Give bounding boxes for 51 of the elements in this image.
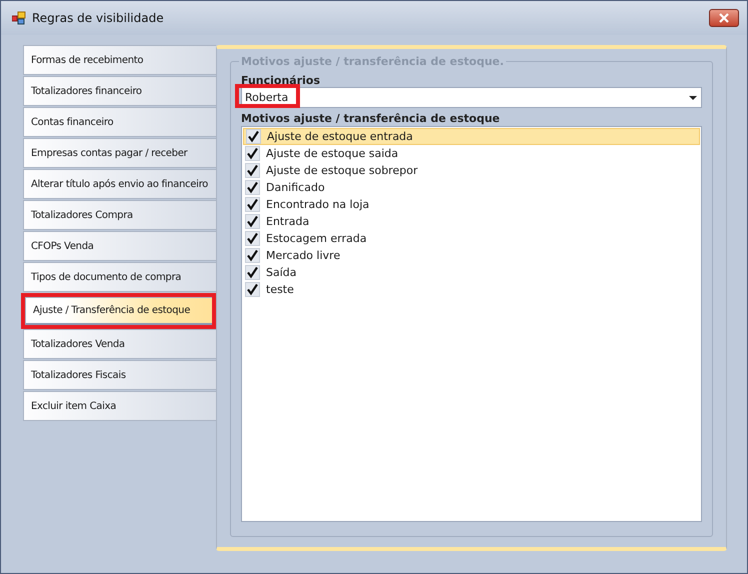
tab[interactable]: Empresas contas pagar / receber [23, 138, 216, 168]
list-item[interactable]: Ajuste de estoque saida [243, 145, 700, 162]
checkbox[interactable] [245, 180, 260, 195]
item-label: Ajuste de estoque entrada [267, 130, 413, 143]
tab[interactable]: Totalizadores Fiscais [23, 360, 216, 390]
tab[interactable]: Ajuste / Transferência de estoque [25, 297, 212, 325]
tab[interactable]: Formas de recebimento [23, 45, 216, 75]
item-label: teste [266, 283, 294, 296]
checkbox[interactable] [245, 197, 260, 212]
list-label: Motivos ajuste / transferência de estoque [241, 112, 501, 125]
dropdown-value: Roberta [245, 91, 288, 104]
item-label: Danificado [266, 181, 325, 194]
item-label: Estocagem errada [266, 232, 367, 245]
item-label: Ajuste de estoque saida [266, 147, 398, 160]
close-icon [718, 13, 730, 23]
item-label: Saída [266, 266, 297, 279]
tab[interactable]: Tipos de documento de compra [23, 262, 216, 292]
list-item[interactable]: Mercado livre [243, 247, 700, 264]
list-item[interactable]: Saída [243, 264, 700, 281]
item-label: Ajuste de estoque sobrepor [266, 164, 418, 177]
list-item[interactable]: Ajuste de estoque sobrepor [243, 162, 700, 179]
checkbox[interactable] [245, 231, 260, 246]
tab[interactable]: Totalizadores Compra [23, 200, 216, 230]
checkbox[interactable] [245, 214, 260, 229]
tab[interactable]: Totalizadores Venda [23, 329, 216, 359]
list-item[interactable]: teste [243, 281, 700, 298]
app-icon [12, 11, 26, 25]
tab[interactable]: Contas financeiro [23, 107, 216, 137]
list-item[interactable]: Entrada [243, 213, 700, 230]
tab[interactable]: Totalizadores financeiro [23, 76, 216, 106]
window-title: Regras de visibilidade [32, 11, 165, 25]
list-item[interactable]: Danificado [243, 179, 700, 196]
employee-dropdown[interactable]: Roberta [241, 87, 702, 108]
item-label: Encontrado na loja [266, 198, 370, 211]
tab[interactable]: Alterar título após envio ao financeiro [23, 169, 216, 199]
item-label: Entrada [266, 215, 310, 228]
checkbox[interactable] [245, 163, 260, 178]
list-item[interactable]: Estocagem errada [243, 230, 700, 247]
list-item[interactable]: Ajuste de estoque entrada [243, 128, 700, 145]
tab[interactable]: CFOPs Venda [23, 231, 216, 261]
caret-icon [689, 96, 697, 100]
checkbox[interactable] [245, 146, 260, 161]
checkbox[interactable] [245, 282, 260, 297]
checkbox[interactable] [246, 129, 261, 144]
checkbox[interactable] [245, 265, 260, 280]
tab[interactable]: Excluir item Caixa [23, 391, 216, 421]
list-item[interactable]: Encontrado na loja [243, 196, 700, 213]
item-label: Mercado livre [266, 249, 340, 262]
field-label: Funcionários [241, 74, 322, 87]
close-button[interactable] [709, 9, 739, 27]
checkbox[interactable] [245, 248, 260, 263]
